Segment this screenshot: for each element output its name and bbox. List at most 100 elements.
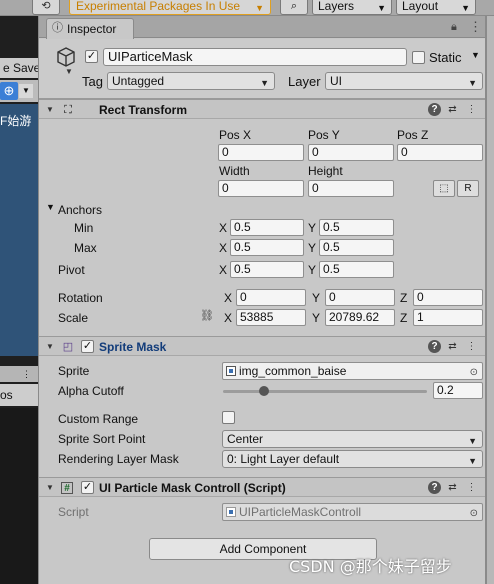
layer-dropdown[interactable]: UI ▼ <box>325 72 483 90</box>
active-checkbox[interactable]: ✓ <box>85 50 98 63</box>
anchors-min-x-field[interactable]: 0.5 <box>230 219 304 236</box>
history-icon[interactable]: ⟲ <box>32 0 60 15</box>
layout-dropdown[interactable]: Layout ▼ <box>396 0 476 15</box>
sprite-sort-point-label: Sprite Sort Point <box>58 432 146 446</box>
script-component-header[interactable]: ▼ # ✓ UI Particle Mask Controll (Script)… <box>39 477 485 497</box>
script-component-title: UI Particle Mask Controll (Script) <box>99 481 286 495</box>
sprite-value: img_common_baise <box>239 364 347 378</box>
chevron-down-icon[interactable]: ▼ <box>471 50 480 60</box>
help-icon[interactable]: ? <box>428 481 441 494</box>
lock-icon[interactable]: 🔒︎ <box>451 21 457 34</box>
foldout-arrow-icon[interactable]: ▼ <box>46 105 54 114</box>
cube-icon[interactable] <box>55 46 77 68</box>
foldout-arrow-icon[interactable]: ▼ <box>46 342 54 351</box>
chevron-down-icon: ▼ <box>468 456 477 466</box>
anchors-max-x-label: X <box>219 241 228 255</box>
script-object-field: UIParticleMaskControll ⊙ <box>222 503 483 521</box>
menu-icon[interactable]: ⋮ <box>465 481 478 494</box>
chevron-down-icon: ▼ <box>468 436 477 446</box>
chevron-down-icon: ▼ <box>260 78 269 88</box>
script-label: Script <box>58 505 89 519</box>
alpha-cutoff-slider[interactable] <box>223 390 427 393</box>
scene-view[interactable] <box>0 104 38 356</box>
tag-label: Tag <box>82 74 103 89</box>
rotation-y-label: Y <box>312 291 321 305</box>
constrain-proportions-icon[interactable]: ⛓ <box>200 309 214 322</box>
tab-inspector[interactable]: ⓘ Inspector <box>46 18 134 39</box>
rotation-z-field[interactable]: 0 <box>413 289 483 306</box>
sprite-mask-title: Sprite Mask <box>99 340 167 354</box>
scene-panel: e Save ⊕ ▼ F始游 ⋮ os <box>0 16 38 584</box>
alpha-cutoff-label: Alpha Cutoff <box>58 384 124 398</box>
object-picker-icon: ⊙ <box>469 508 478 519</box>
rendering-layer-mask-dropdown[interactable]: 0: Light Layer default ▼ <box>222 450 483 468</box>
scale-label: Scale <box>58 311 89 325</box>
search-icon[interactable]: ⌕ <box>280 0 308 15</box>
alpha-cutoff-field[interactable]: 0.2 <box>433 382 483 399</box>
custom-range-checkbox[interactable] <box>222 411 235 424</box>
chevron-down-icon[interactable]: ▼ <box>19 84 33 98</box>
pos-x-field[interactable]: 0 <box>218 144 304 161</box>
experimental-packages-label: Experimental Packages In Use <box>76 0 241 13</box>
rect-transform-header[interactable]: ▼ ⛶ Rect Transform ? ⇄ ⋮ <box>39 99 485 119</box>
preset-icon[interactable]: ⇄ <box>446 481 459 494</box>
menu-icon[interactable]: ⋮ <box>465 103 478 116</box>
sprite-mask-enabled-checkbox[interactable]: ✓ <box>81 340 94 353</box>
anchors-label: Anchors <box>58 203 103 217</box>
pivot-x-field[interactable]: 0.5 <box>230 261 304 278</box>
raw-edit-button[interactable]: R <box>457 180 479 197</box>
gameobject-name-input[interactable]: UIParticeMask <box>103 48 407 66</box>
anchors-max-label: Max <box>74 241 97 255</box>
scale-x-field[interactable]: 53885 <box>236 309 306 326</box>
rotation-x-field[interactable]: 0 <box>236 289 306 306</box>
height-field[interactable]: 0 <box>308 180 394 197</box>
anchors-max-x-field[interactable]: 0.5 <box>230 239 304 256</box>
sprite-sort-point-dropdown[interactable]: Center ▼ <box>222 430 483 448</box>
anchors-min-y-field[interactable]: 0.5 <box>319 219 394 236</box>
menu-icon[interactable]: ⋮ <box>465 340 478 353</box>
rect-transform-icon: ⛶ <box>64 104 72 116</box>
scale-y-field[interactable]: 20789.62 <box>325 309 395 326</box>
pos-z-field[interactable]: 0 <box>397 144 483 161</box>
chevron-down-icon[interactable]: ▼ <box>65 67 73 76</box>
tag-dropdown[interactable]: Untagged ▼ <box>107 72 275 90</box>
top-toolbar: ⟲ Experimental Packages In Use ▼ ⌕ Layer… <box>0 0 494 16</box>
anchors-foldout-icon[interactable]: ▼ <box>46 202 55 212</box>
layer-label: Layer <box>288 74 321 89</box>
width-label: Width <box>219 164 250 178</box>
rotation-label: Rotation <box>58 291 103 305</box>
rotation-y-field[interactable]: 0 <box>325 289 395 306</box>
scene-text: F始游 <box>0 114 32 128</box>
experimental-packages-button[interactable]: Experimental Packages In Use ▼ <box>69 0 271 15</box>
sprite-label: Sprite <box>58 364 90 378</box>
scale-z-label: Z <box>400 311 408 325</box>
globe-icon[interactable]: ⊕ <box>0 82 18 100</box>
rendering-layer-mask-value: 0: Light Layer default <box>227 452 340 466</box>
blueprint-mode-button[interactable]: ⬚ <box>433 180 455 197</box>
script-icon: # <box>61 482 73 494</box>
help-icon[interactable]: ? <box>428 103 441 116</box>
preset-icon[interactable]: ⇄ <box>446 340 459 353</box>
menu-icon[interactable]: ⋮ <box>469 19 482 35</box>
menu-icon[interactable]: ⋮ <box>22 369 32 379</box>
foldout-arrow-icon[interactable]: ▼ <box>46 483 54 492</box>
chevron-down-icon: ▼ <box>461 3 470 13</box>
scale-z-field[interactable]: 1 <box>413 309 483 326</box>
static-checkbox[interactable] <box>412 51 425 64</box>
height-label: Height <box>308 164 343 178</box>
anchors-max-y-label: Y <box>308 241 317 255</box>
anchors-min-x-label: X <box>219 221 228 235</box>
help-icon[interactable]: ? <box>428 340 441 353</box>
layers-dropdown[interactable]: Layers ▼ <box>312 0 392 15</box>
preset-icon[interactable]: ⇄ <box>446 103 459 116</box>
save-button[interactable]: e Save <box>0 58 38 78</box>
pos-y-field[interactable]: 0 <box>308 144 394 161</box>
script-enabled-checkbox[interactable]: ✓ <box>81 481 94 494</box>
width-field[interactable]: 0 <box>218 180 304 197</box>
sprite-object-field[interactable]: img_common_baise ⊙ <box>222 362 483 380</box>
sprite-mask-header[interactable]: ▼ ◰ ✓ Sprite Mask ? ⇄ ⋮ <box>39 336 485 356</box>
anchors-max-y-field[interactable]: 0.5 <box>319 239 394 256</box>
object-picker-icon[interactable]: ⊙ <box>470 365 478 381</box>
pivot-y-field[interactable]: 0.5 <box>319 261 394 278</box>
alpha-cutoff-slider-handle[interactable] <box>258 386 269 396</box>
